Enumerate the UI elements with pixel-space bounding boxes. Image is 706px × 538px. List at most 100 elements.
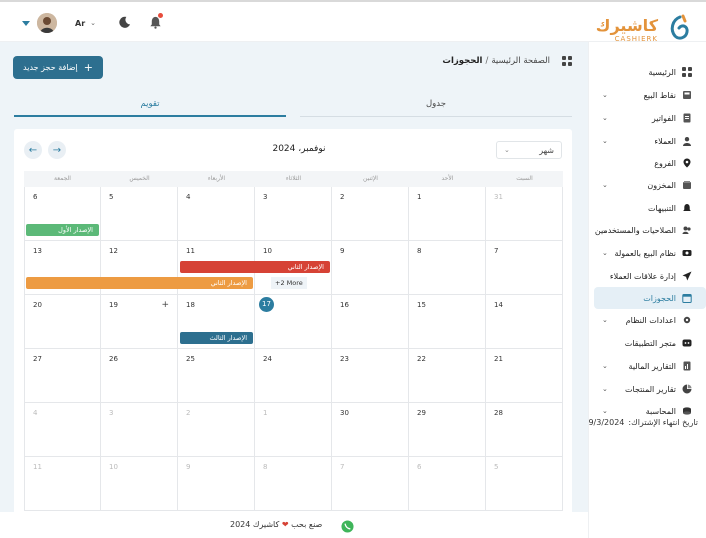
- day-number: 30: [340, 409, 349, 417]
- calendar-day-cell[interactable]: 23: [332, 349, 409, 403]
- calendar-day-cell[interactable]: 1: [409, 187, 486, 241]
- calendar-day-cell[interactable]: 25: [178, 349, 255, 403]
- more-events-link[interactable]: +2 More: [271, 277, 307, 289]
- chevron-down-icon[interactable]: ⌄: [602, 249, 608, 257]
- subscription-label: تاريخ انتهاء الإشتراك:: [628, 418, 698, 427]
- calendar-day-cell[interactable]: 19 +: [101, 295, 178, 349]
- view-select[interactable]: شهر ⌄: [496, 141, 562, 159]
- chevron-down-icon[interactable]: ⌄: [602, 316, 608, 324]
- sidebar-item-12[interactable]: متجر التطبيقات: [588, 332, 706, 354]
- sidebar-item-14[interactable]: تقارير المنتجات ⌄: [588, 378, 706, 400]
- calendar-day-cell[interactable]: 21: [486, 349, 563, 403]
- today-badge: 17: [259, 297, 274, 312]
- sidebar-item-6[interactable]: التنبيهات: [588, 197, 706, 219]
- sidebar-item-label: الفواتير: [651, 113, 676, 123]
- calendar-day-cell[interactable]: 7: [332, 457, 409, 511]
- chevron-down-icon[interactable]: ⌄: [602, 362, 608, 370]
- sidebar-item-1[interactable]: نقاط البيع ⌄: [588, 84, 706, 106]
- footer: صنع بحب ❤ كاشيرك 2024: [0, 512, 588, 538]
- store-icon: [682, 338, 692, 348]
- calendar-day-cell[interactable]: 22: [409, 349, 486, 403]
- sidebar-item-label: نقاط البيع: [643, 90, 676, 100]
- user-menu-caret-icon[interactable]: [22, 20, 30, 26]
- calendar-day-cell[interactable]: 4: [178, 187, 255, 241]
- tab-table[interactable]: جدول: [300, 95, 572, 117]
- calendar-day-cell[interactable]: 3: [255, 187, 332, 241]
- calendar-day-cell[interactable]: 28: [486, 403, 563, 457]
- calendar-day-cell[interactable]: 20: [24, 295, 101, 349]
- calendar-day-cell[interactable]: 27: [24, 349, 101, 403]
- weekday-header: السبت الأحد الإثنين الثلاثاء الأربعاء الخميس ا…: [24, 171, 563, 187]
- chevron-down-icon[interactable]: ⌄: [602, 407, 608, 415]
- chevron-down-icon[interactable]: ⌄: [602, 137, 608, 145]
- calendar-grid: السبت الأحد الإثنين الثلاثاء الأربعاء الخميس ا…: [24, 171, 563, 521]
- chevron-down-icon[interactable]: ⌄: [602, 226, 608, 234]
- calendar-day-cell[interactable]: 7: [486, 241, 563, 295]
- calendar-day-cell[interactable]: 24: [255, 349, 332, 403]
- calendar-day-cell[interactable]: 4: [24, 403, 101, 457]
- sidebar-item-13[interactable]: التقارير المالية ⌄: [588, 355, 706, 377]
- sidebar-item-label: المحاسبة: [645, 406, 676, 416]
- brand-name: كاشيرك: [595, 16, 658, 35]
- calendar-day-cell[interactable]: 8: [255, 457, 332, 511]
- day-number: 20: [33, 301, 42, 309]
- calendar-day-cell[interactable]: 29: [409, 403, 486, 457]
- calendar-day-cell[interactable]: 17: [255, 295, 332, 349]
- chevron-down-icon[interactable]: ⌄: [602, 181, 608, 189]
- sidebar-item-10[interactable]: الحجوزات: [594, 287, 706, 309]
- calendar-day-cell[interactable]: 2: [332, 187, 409, 241]
- calendar-day-cell[interactable]: 6: [409, 457, 486, 511]
- calendar-day-cell[interactable]: 5: [486, 457, 563, 511]
- calendar-day-cell[interactable]: 16: [332, 295, 409, 349]
- calendar-day-cell[interactable]: 3: [101, 403, 178, 457]
- sidebar-item-label: المخزون: [647, 180, 676, 190]
- calendar-day-cell[interactable]: 2: [178, 403, 255, 457]
- notifications-icon[interactable]: [149, 12, 164, 33]
- event-bar[interactable]: الإصدار الثاني: [26, 277, 253, 289]
- calendar-day-cell[interactable]: 1: [255, 403, 332, 457]
- calendar-day-cell[interactable]: 8: [409, 241, 486, 295]
- chevron-down-icon[interactable]: ⌄: [602, 114, 608, 122]
- sidebar-item-2[interactable]: الفواتير ⌄: [588, 107, 706, 129]
- calendar-header: ← → نوفمبر، 2024 شهر ⌄: [14, 139, 572, 161]
- sidebar-item-7[interactable]: الصلاحيات والمستخدمين ⌄: [588, 219, 706, 241]
- sidebar-item-3[interactable]: العملاء ⌄: [588, 130, 706, 152]
- calendar-day-cell[interactable]: 9: [178, 457, 255, 511]
- language-chevron-icon[interactable]: ⌄: [90, 19, 96, 27]
- next-month-button[interactable]: →: [48, 141, 66, 159]
- calendar-day-cell[interactable]: 5: [101, 187, 178, 241]
- sidebar-item-5[interactable]: المخزون ⌄: [588, 174, 706, 196]
- event-bar[interactable]: الإصدار الأول: [26, 224, 99, 236]
- calendar-day-cell[interactable]: 14: [486, 295, 563, 349]
- sidebar-item-label: إدارة علاقات العملاء: [609, 271, 676, 281]
- calendar-day-cell[interactable]: 30: [332, 403, 409, 457]
- breadcrumb-home[interactable]: الصفحة الرئيسية: [491, 56, 550, 66]
- calendar-day-cell[interactable]: 26: [101, 349, 178, 403]
- add-event-plus-icon[interactable]: +: [161, 300, 169, 310]
- bell-icon: [682, 203, 692, 213]
- calendar-day-cell[interactable]: 9: [332, 241, 409, 295]
- send-icon: [682, 271, 692, 281]
- tab-calendar[interactable]: تقويم: [14, 95, 286, 117]
- language-selector[interactable]: Ar: [75, 19, 85, 28]
- chevron-down-icon[interactable]: ⌄: [602, 385, 608, 393]
- calendar-day-cell[interactable]: 11: [24, 457, 101, 511]
- chevron-down-icon[interactable]: ⌄: [602, 91, 608, 99]
- sidebar-item-8[interactable]: نظام البيع بالعمولة ⌄: [588, 242, 706, 264]
- calendar-day-cell[interactable]: 31: [486, 187, 563, 241]
- brand-logo[interactable]: كاشيرك CASHIERK: [596, 12, 698, 43]
- day-number: 24: [263, 355, 272, 363]
- prev-month-button[interactable]: ←: [24, 141, 42, 159]
- sidebar-item-9[interactable]: إدارة علاقات العملاء: [588, 265, 706, 287]
- event-bar[interactable]: الإصدار الثاني: [180, 261, 330, 273]
- sidebar-item-0[interactable]: الرئيسية: [588, 61, 706, 83]
- whatsapp-icon[interactable]: [341, 518, 354, 537]
- avatar[interactable]: [37, 13, 57, 33]
- sidebar-item-11[interactable]: اعدادات النظام ⌄: [588, 309, 706, 331]
- sidebar-item-4[interactable]: الفروع: [588, 152, 706, 174]
- calendar-day-cell[interactable]: 15: [409, 295, 486, 349]
- dark-mode-icon[interactable]: [118, 14, 131, 33]
- add-booking-button[interactable]: + إضافة حجز جديد: [13, 56, 103, 79]
- calendar-day-cell[interactable]: 10: [101, 457, 178, 511]
- event-bar[interactable]: الإصدار الثالث: [180, 332, 253, 344]
